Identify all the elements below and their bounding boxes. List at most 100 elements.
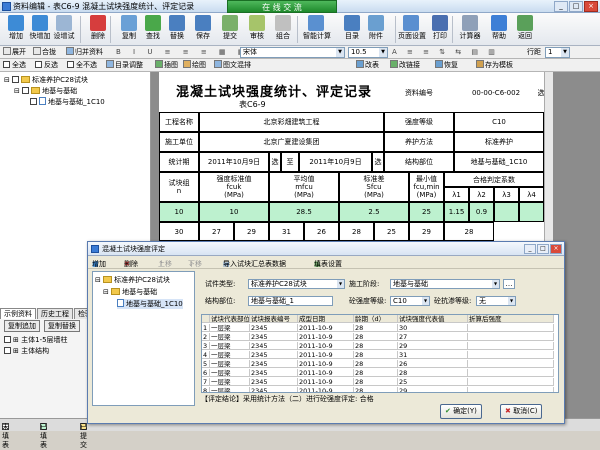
grid-cell[interactable]: 28 [354,387,398,392]
dialog-tree-leaf[interactable]: 地基与基础_1C10 [117,299,183,309]
online-chat-button[interactable]: 在 线 交 流 [227,0,337,13]
save-template-button[interactable]: 存为模板 [476,60,513,71]
grid-cell[interactable]: 27 [398,333,468,341]
tab-examples[interactable]: 示例资料 [0,308,36,319]
grid-cell[interactable]: 2345 [250,378,298,386]
toolbar-button-12[interactable]: 目录 [339,14,365,45]
grid-cell[interactable]: 29 [398,342,468,350]
copy-append-button[interactable]: 复制追加 [4,320,40,332]
strength-cell[interactable]: 27 [199,222,234,241]
strength-cell[interactable]: 25 [374,222,409,241]
strength-cell[interactable]: 29 [409,222,444,241]
grade-value[interactable]: C10 [454,112,544,132]
grid-cell[interactable] [468,378,554,386]
grid-cell[interactable] [468,387,554,392]
dialog-maximize-button[interactable]: □ [537,244,549,254]
grid-cell[interactable]: 2 [202,333,210,341]
grid-cell[interactable]: 2345 [250,333,298,341]
grid-cell[interactable]: 一层梁 [210,342,250,350]
tree-node-leaf[interactable]: 地基与基础_1C10 [30,97,105,107]
grid-cell[interactable]: 4 [202,351,210,359]
grid-cell[interactable]: 2011-10-9 [298,387,354,392]
grid-cell[interactable]: 28 [354,333,398,341]
select-none-button[interactable]: 全不选 [67,60,97,71]
grid-cell[interactable]: 6 [202,369,210,377]
toolbar-button-7[interactable]: 保存 [190,14,216,45]
insert-image-button[interactable]: 插图 [155,60,178,71]
tree-node-child[interactable]: ⊟ 地基与基础 [14,86,77,96]
grid-cell[interactable]: 2345 [250,360,298,368]
format-icons[interactable]: B I U ≡ ≡ ≡ ▦ ▦ [116,47,244,58]
toolbar-button-3[interactable]: 删除 [85,14,111,45]
cancel-button[interactable]: ✖ 取消(C) [500,404,543,419]
grid-cell[interactable] [468,351,554,359]
value-lambda-4[interactable] [519,202,544,222]
toolbar-button-0[interactable]: 增加 [3,14,29,45]
expand-button[interactable]: 展开 [3,47,26,58]
toolbar-button-2[interactable]: 设增试 [51,14,77,45]
grid-cell[interactable]: 2011-10-9 [298,351,354,359]
dialog-tree-child[interactable]: ⊟ 地基与基础 [103,287,157,297]
align-icons[interactable]: A ≡ ≡ ⇅ ⇆ ▤ ▥ [392,47,522,58]
list-item[interactable]: ⊞ 主体1-5层墙柱 [4,335,68,345]
toolbar-button-4[interactable]: 复制 [116,14,142,45]
toolbar-button-18[interactable]: 返回 [512,14,538,45]
checkbox-icon[interactable] [30,98,37,105]
value-mean[interactable]: 28.5 [269,202,339,222]
value-count[interactable]: 10 [159,202,199,222]
unit-value[interactable]: 北京广夏建设集团 [199,132,384,152]
toolbar-button-14[interactable]: 页面设置 [398,14,426,45]
grid-cell[interactable]: 26 [398,360,468,368]
grid-cell[interactable]: 2011-10-9 [298,360,354,368]
value-std[interactable]: 10 [199,202,269,222]
dialog-minimize-button[interactable]: _ [524,244,536,254]
value-lambda-3[interactable] [494,202,519,222]
type-select[interactable]: 标准养护C28试块 ▼ [248,279,345,289]
tab-history[interactable]: 历史工程 [37,308,73,319]
grid-cell[interactable]: 31 [398,351,468,359]
part-value[interactable]: 地基与基础_1C10 [454,152,544,172]
grid-cell[interactable]: 2011-10-9 [298,342,354,350]
draw-button[interactable]: 绘图 [183,60,206,71]
project-value[interactable]: 北京彩畑建筑工程 [199,112,384,132]
grid-cell[interactable]: 一层梁 [210,351,250,359]
select-all-button[interactable]: 全选 [3,60,26,71]
list-item[interactable]: ⊞ 主体结构 [4,346,49,356]
grid-cell[interactable]: 28 [354,342,398,350]
grid-cell[interactable]: 28 [398,369,468,377]
font-family-select[interactable]: 宋体 ▼ [240,47,345,58]
strength-cell[interactable]: 26 [304,222,339,241]
toolbar-button-13[interactable]: 附件 [363,14,389,45]
grid-cell[interactable]: 2345 [250,387,298,392]
toolbar-button-15[interactable]: 打印 [427,14,453,45]
invert-select-button[interactable]: 反选 [35,60,58,71]
minimize-button[interactable]: _ [554,1,568,12]
grid-cell[interactable]: 一层梁 [210,387,250,392]
merge-data-button[interactable]: 归并资料 [66,47,103,58]
grid-cell[interactable]: 8 [202,387,210,392]
ok-button[interactable]: ✔ 确定(Y) [440,404,482,419]
toolbar-button-10[interactable]: 组合 [270,14,296,45]
toolbar-button-1[interactable]: 快增加 [27,14,53,45]
strength-cell[interactable]: 30 [159,222,199,241]
grid-cell[interactable]: 28 [354,351,398,359]
edit-table-button[interactable]: 改表 [356,60,379,71]
grid-cell[interactable]: 30 [398,324,468,332]
checkbox-icon[interactable] [12,76,20,83]
grid-cell[interactable]: 28 [354,360,398,368]
grid-cell[interactable]: 29 [398,387,468,392]
grid-cell[interactable]: 2345 [250,342,298,350]
restore-button[interactable]: 恢复 [435,60,458,71]
stage-select[interactable]: 地基与基础 ▼ [390,279,500,289]
grid-cell[interactable] [468,369,554,377]
strength-cell[interactable]: 29 [234,222,269,241]
copy-replace-button[interactable]: 复制替换 [44,320,80,332]
period-from-value[interactable]: 2011年10月9日 [199,152,269,172]
value-std-dev[interactable]: 2.5 [339,202,409,222]
anti-select[interactable]: 无 ▼ [476,296,516,306]
edit-link-button[interactable]: 改链接 [390,60,420,71]
grid-cell[interactable]: 3 [202,342,210,350]
grid-cell[interactable]: 2345 [250,351,298,359]
grid-cell[interactable] [468,342,554,350]
line-spacing-input[interactable]: 1 ▼ [545,47,570,58]
